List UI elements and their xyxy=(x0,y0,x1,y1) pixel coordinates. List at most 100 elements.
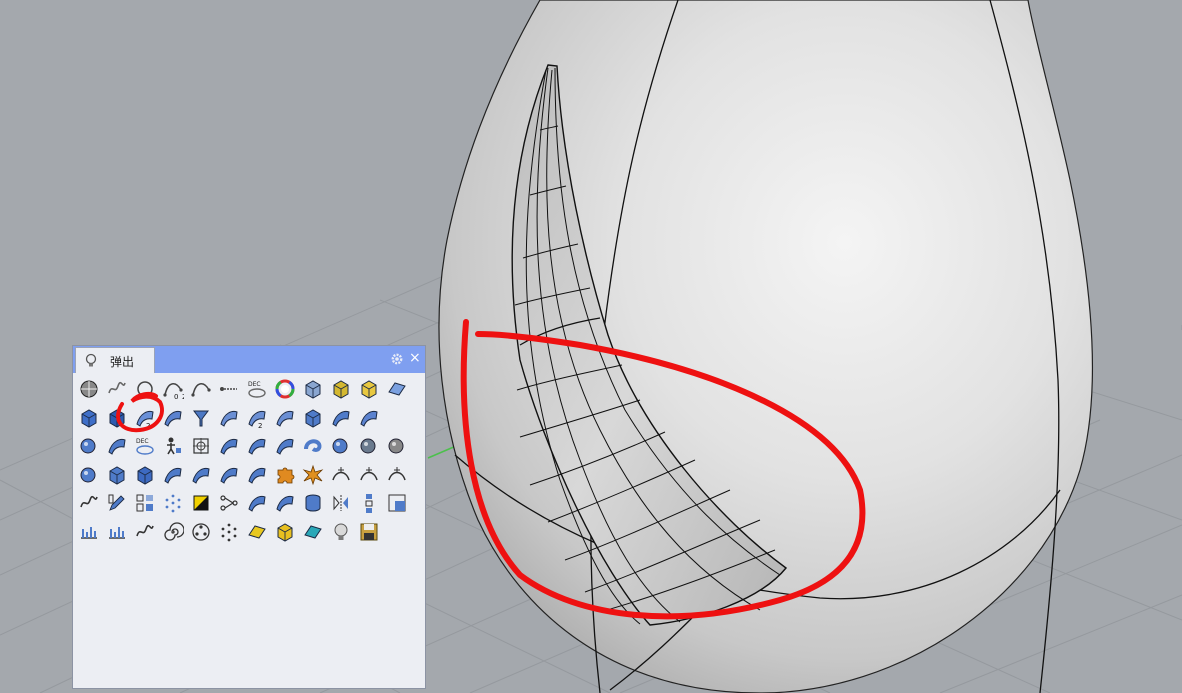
tool-cap-icon[interactable] xyxy=(299,404,327,432)
tool-badge-label: 0_2 xyxy=(174,393,184,400)
sweep2-icon: 2 xyxy=(248,410,266,429)
tool-dots-curve-icon[interactable] xyxy=(103,375,131,403)
tool-arc-offset-icon[interactable] xyxy=(383,461,411,489)
tool-mirror-icon[interactable] xyxy=(327,489,355,517)
tool-hatch-plane-icon[interactable] xyxy=(271,432,299,460)
tool-color-wheel-icon[interactable] xyxy=(271,375,299,403)
tool-circle-icon[interactable] xyxy=(131,375,159,403)
explode-icon xyxy=(302,464,324,485)
popup-tab[interactable]: 弹出 xyxy=(75,347,155,373)
tool-align-grid-icon[interactable] xyxy=(131,489,159,517)
boolean-diff-icon xyxy=(360,438,376,454)
tool-solid-box-icon[interactable] xyxy=(75,404,103,432)
tool-spiral-icon[interactable] xyxy=(159,518,187,546)
dimension-icon xyxy=(220,387,237,391)
tool-yellow-box-icon[interactable] xyxy=(271,518,299,546)
plane-align-icon xyxy=(164,467,182,484)
tool-plane-flip-icon[interactable] xyxy=(215,461,243,489)
popup-toolbar-panel[interactable]: 弹出 × 0_2 DEC 2 2 DEC xyxy=(72,345,426,689)
tool-sphere-union-icon[interactable] xyxy=(327,432,355,460)
tool-point-curve-icon[interactable]: 0_2 xyxy=(159,375,187,403)
tool-revolve-icon[interactable] xyxy=(159,404,187,432)
loft-icon xyxy=(276,410,294,427)
boolean-split-icon xyxy=(388,438,404,454)
tool-save-icon[interactable] xyxy=(355,518,383,546)
tool-arc-point-icon[interactable] xyxy=(355,461,383,489)
tool-loft-icon[interactable] xyxy=(271,404,299,432)
mirror-icon xyxy=(333,495,348,511)
tool-plane-rotate-icon[interactable] xyxy=(187,461,215,489)
tool-layout-bars-icon[interactable] xyxy=(75,518,103,546)
sun-box-icon xyxy=(361,380,377,399)
tool-bend-icon[interactable] xyxy=(103,432,131,460)
tool-plane-normal-icon[interactable] xyxy=(215,432,243,460)
tool-scatter-icon[interactable] xyxy=(215,518,243,546)
tool-dec-plane-icon[interactable]: DEC xyxy=(131,432,159,460)
tool-cylinder-icon[interactable] xyxy=(299,489,327,517)
cyan-shape-icon xyxy=(304,524,322,539)
save-icon xyxy=(360,523,378,540)
tool-box-edit-icon[interactable] xyxy=(103,461,131,489)
tool-pipe-icon[interactable] xyxy=(299,432,327,460)
tool-sphere-cut-icon[interactable] xyxy=(75,461,103,489)
tool-contrast-icon[interactable] xyxy=(187,489,215,517)
tool-puzzle-icon[interactable] xyxy=(271,461,299,489)
tool-ruler-icon[interactable] xyxy=(103,518,131,546)
tool-split-surface-icon[interactable] xyxy=(243,489,271,517)
tool-boolean-split-icon[interactable] xyxy=(383,432,411,460)
tool-fold-surface-icon[interactable] xyxy=(355,404,383,432)
yellow-box-icon xyxy=(277,522,293,542)
tool-shell-surface-icon[interactable] xyxy=(271,489,299,517)
tool-curve-tangent-icon[interactable] xyxy=(187,375,215,403)
tool-plane-text-icon[interactable] xyxy=(243,461,271,489)
tool-dec-surface-icon[interactable]: DEC xyxy=(243,375,271,403)
tool-plane-align-icon[interactable] xyxy=(159,461,187,489)
gear-icon[interactable] xyxy=(390,352,404,366)
plane-extrude-icon xyxy=(248,438,266,455)
render-sphere-icon xyxy=(80,380,98,398)
tool-box-icon[interactable] xyxy=(299,375,327,403)
tool-wave-point-icon[interactable] xyxy=(75,489,103,517)
tool-reel-icon[interactable] xyxy=(187,518,215,546)
tool-dot-ring-icon[interactable] xyxy=(159,489,187,517)
tool-extrude-icon[interactable] xyxy=(327,375,355,403)
tool-edit-pencil-icon[interactable] xyxy=(103,489,131,517)
tool-target-icon[interactable] xyxy=(187,432,215,460)
tool-trim-curve-icon[interactable] xyxy=(327,461,355,489)
tool-network-surface-icon[interactable] xyxy=(327,404,355,432)
tool-yellow-plane-icon[interactable] xyxy=(243,518,271,546)
tool-dimension-icon[interactable] xyxy=(215,375,243,403)
tool-stack-icon[interactable] xyxy=(355,489,383,517)
tool-explode-icon[interactable] xyxy=(299,461,327,489)
tool-cyan-shape-icon[interactable] xyxy=(299,518,327,546)
tool-lightbulb-icon[interactable] xyxy=(327,518,355,546)
tool-funnel-icon[interactable] xyxy=(187,404,215,432)
close-icon[interactable]: × xyxy=(409,349,421,367)
contrast-icon xyxy=(193,495,209,511)
network-surface-icon xyxy=(332,410,350,427)
ruler-icon xyxy=(109,526,125,539)
wave-point-icon xyxy=(80,495,98,508)
tool-node-chain-icon[interactable] xyxy=(215,489,243,517)
popup-titlebar[interactable]: 弹出 × xyxy=(73,346,425,373)
tool-render-sphere-icon[interactable] xyxy=(75,375,103,403)
tool-sweep-icon[interactable] xyxy=(215,404,243,432)
dec-plane-icon: DEC xyxy=(136,438,154,455)
yellow-plane-icon xyxy=(248,524,266,539)
tool-figure-icon[interactable] xyxy=(159,432,187,460)
tool-corner-box-icon[interactable] xyxy=(383,489,411,517)
tool-spring-curve-icon[interactable] xyxy=(131,518,159,546)
tool-sun-box-icon[interactable] xyxy=(355,375,383,403)
tool-sweep2-icon[interactable]: 2 xyxy=(243,404,271,432)
tool-blend-surface-icon[interactable]: 2 xyxy=(131,404,159,432)
tool-boolean-diff-icon[interactable] xyxy=(355,432,383,460)
tool-plane-extrude-icon[interactable] xyxy=(243,432,271,460)
panel-icon xyxy=(388,382,406,396)
tool-sphere-point-icon[interactable] xyxy=(75,432,103,460)
trim-curve-icon xyxy=(332,466,350,480)
tool-box-mesh-icon[interactable] xyxy=(131,461,159,489)
tool-panel-icon[interactable] xyxy=(383,375,411,403)
align-grid-icon xyxy=(136,494,153,512)
box-mesh-icon xyxy=(137,465,153,485)
tool-mesh-box-icon[interactable] xyxy=(103,404,131,432)
